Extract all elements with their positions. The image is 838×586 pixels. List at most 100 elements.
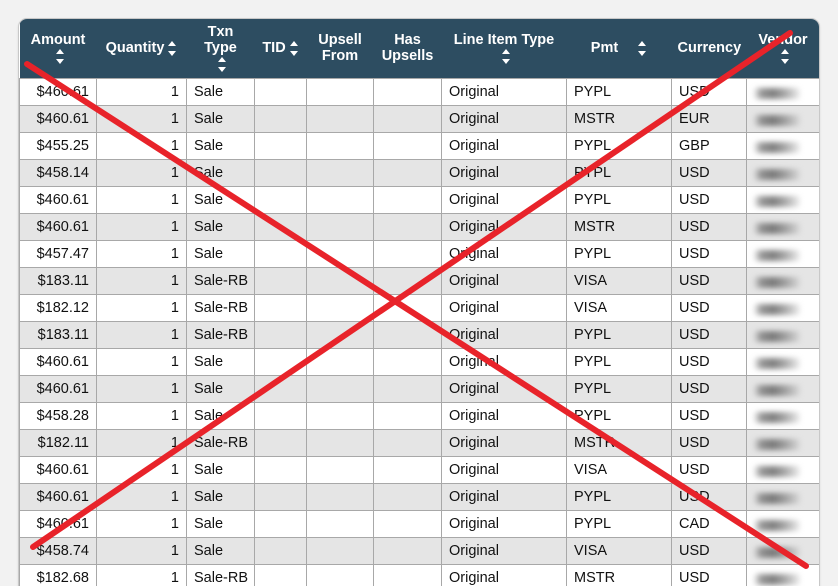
cell-amount: $460.61 [19, 455, 97, 484]
table-row[interactable]: $458.74 1 Sale Original VISA USD [19, 536, 819, 565]
table-row[interactable]: $458.28 1 Sale Original PYPL USD [19, 401, 819, 430]
table-row[interactable]: $460.61 1 Sale Original PYPL CAD [19, 509, 819, 538]
table-row[interactable]: $460.61 1 Sale Original MSTR USD [19, 212, 819, 241]
table-row[interactable]: $460.61 1 Sale Original VISA USD [19, 455, 819, 484]
table-row[interactable]: $460.61 1 Sale Original PYPL USD [19, 185, 819, 214]
cell-currency: EUR [671, 104, 747, 133]
transactions-table-card: Amount Quantity Txn Type TID Upsell From Has … [18, 18, 820, 586]
table-row[interactable]: $457.47 1 Sale Original PYPL USD [19, 239, 819, 268]
cell-tid [254, 131, 307, 160]
sort-updown-icon[interactable] [638, 40, 647, 56]
column-header-quantity[interactable]: Quantity [96, 19, 187, 79]
cell-currency: USD [671, 563, 747, 586]
cell-pmt: PYPL [566, 509, 672, 538]
sort-updown-icon[interactable] [55, 49, 65, 65]
cell-quantity: 1 [96, 563, 187, 586]
cell-line-item-type: Original [441, 131, 567, 160]
table-row[interactable]: $182.68 1 Sale-RB Original MSTR USD [19, 563, 819, 586]
table-row[interactable]: $182.12 1 Sale-RB Original VISA USD [19, 293, 819, 322]
column-header-label: Upsell From [318, 32, 362, 65]
cell-amount: $460.61 [19, 104, 97, 133]
cell-amount: $455.25 [19, 131, 97, 160]
cell-pmt: PYPL [566, 320, 672, 349]
table-row[interactable]: $182.11 1 Sale-RB Original MSTR USD [19, 428, 819, 457]
column-header-pmt[interactable]: Pmt [566, 19, 672, 79]
cell-tid [254, 266, 307, 295]
cell-pmt: PYPL [566, 239, 672, 268]
sort-updown-icon[interactable] [218, 57, 227, 73]
column-header-line-item-type[interactable]: Line Item Type [441, 19, 567, 79]
cell-vendor [746, 455, 819, 484]
cell-currency: USD [671, 347, 747, 376]
cell-currency: USD [671, 239, 747, 268]
cell-amount: $183.11 [19, 266, 97, 295]
cell-upsell-from [306, 536, 374, 565]
cell-upsell-from [306, 293, 374, 322]
redacted-vendor-value [754, 169, 800, 181]
column-header-label: Line Item Type [453, 32, 555, 49]
cell-has-upsells [373, 482, 442, 511]
cell-txn-type: Sale [186, 131, 255, 160]
cell-has-upsells [373, 428, 442, 457]
redacted-vendor-value [754, 385, 800, 397]
cell-has-upsells [373, 212, 442, 241]
cell-currency: USD [671, 401, 747, 430]
cell-has-upsells [373, 239, 442, 268]
cell-line-item-type: Original [441, 212, 567, 241]
cell-txn-type: Sale-RB [186, 266, 255, 295]
cell-amount: $458.28 [19, 401, 97, 430]
cell-has-upsells [373, 185, 442, 214]
column-header-label: Currency [677, 40, 742, 57]
cell-txn-type: Sale-RB [186, 320, 255, 349]
cell-pmt: PYPL [566, 401, 672, 430]
cell-has-upsells [373, 158, 442, 187]
cell-quantity: 1 [96, 239, 187, 268]
cell-has-upsells [373, 77, 442, 106]
column-header-vendor[interactable]: Vendor [746, 19, 819, 79]
sort-updown-icon[interactable] [780, 49, 790, 65]
table-row[interactable]: $460.61 1 Sale Original PYPL USD [19, 482, 819, 511]
column-header-amount[interactable]: Amount [19, 19, 97, 79]
redacted-vendor-value [754, 520, 800, 532]
cell-quantity: 1 [96, 212, 187, 241]
sort-updown-icon[interactable] [168, 40, 177, 56]
cell-upsell-from [306, 158, 374, 187]
table-row[interactable]: $460.61 1 Sale Original PYPL USD [19, 77, 819, 106]
redacted-vendor-value [754, 277, 800, 289]
cell-tid [254, 536, 307, 565]
cell-vendor [746, 104, 819, 133]
cell-pmt: VISA [566, 455, 672, 484]
cell-currency: USD [671, 455, 747, 484]
cell-line-item-type: Original [441, 77, 567, 106]
table-row[interactable]: $455.25 1 Sale Original PYPL GBP [19, 131, 819, 160]
redacted-vendor-value [754, 142, 800, 154]
sort-updown-icon[interactable] [289, 40, 299, 56]
table-row[interactable]: $183.11 1 Sale-RB Original VISA USD [19, 266, 819, 295]
redacted-vendor-value [754, 223, 800, 235]
cell-line-item-type: Original [441, 536, 567, 565]
column-header-tid[interactable]: TID [254, 19, 307, 79]
cell-line-item-type: Original [441, 158, 567, 187]
cell-has-upsells [373, 131, 442, 160]
table-row[interactable]: $460.61 1 Sale Original MSTR EUR [19, 104, 819, 133]
cell-pmt: PYPL [566, 347, 672, 376]
table-row[interactable]: $460.61 1 Sale Original PYPL USD [19, 347, 819, 376]
cell-line-item-type: Original [441, 266, 567, 295]
redacted-vendor-value [754, 196, 800, 208]
column-header-upsell-from: Upsell From [306, 19, 374, 79]
cell-txn-type: Sale [186, 509, 255, 538]
sort-updown-icon[interactable] [501, 49, 511, 65]
cell-pmt: PYPL [566, 185, 672, 214]
cell-vendor [746, 158, 819, 187]
table-row[interactable]: $183.11 1 Sale-RB Original PYPL USD [19, 320, 819, 349]
table-row[interactable]: $460.61 1 Sale Original PYPL USD [19, 374, 819, 403]
cell-txn-type: Sale-RB [186, 293, 255, 322]
table-header: Amount Quantity Txn Type TID Upsell From Has … [19, 19, 819, 79]
table-row[interactable]: $458.14 1 Sale Original PYPL USD [19, 158, 819, 187]
column-header-txn-type[interactable]: Txn Type [186, 19, 255, 79]
cell-line-item-type: Original [441, 428, 567, 457]
cell-quantity: 1 [96, 185, 187, 214]
column-header-label: Pmt [590, 40, 619, 57]
cell-txn-type: Sale [186, 239, 255, 268]
cell-line-item-type: Original [441, 185, 567, 214]
